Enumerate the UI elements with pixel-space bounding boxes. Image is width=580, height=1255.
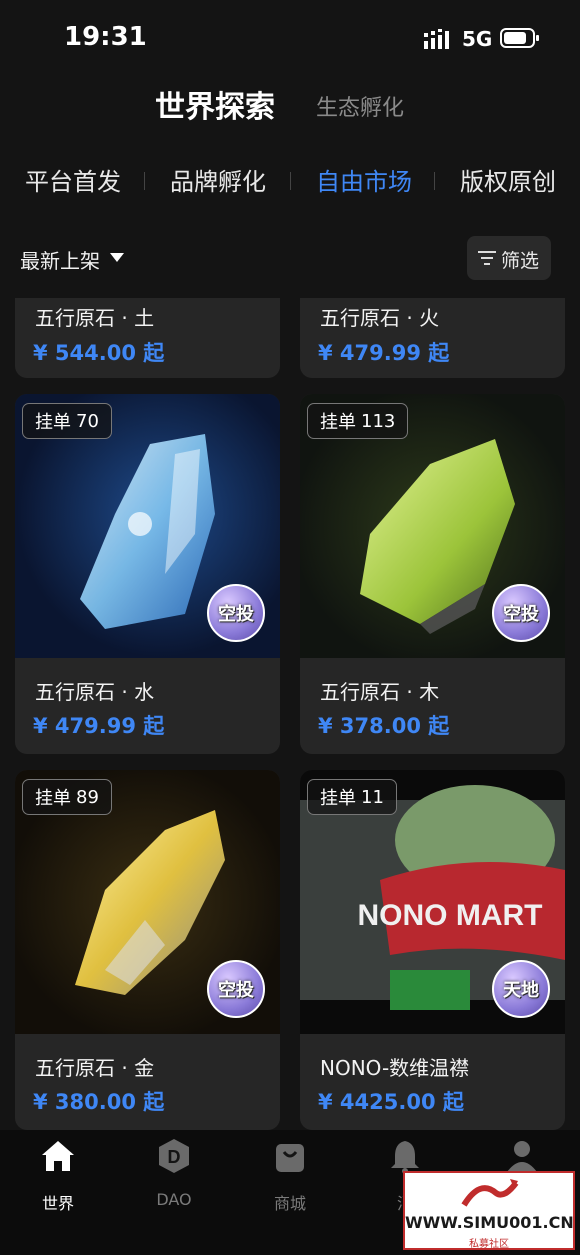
product-card[interactable]: 挂单 89 空投 五行原石 · 金 ¥ 380.00 起 <box>15 770 280 1130</box>
listing-badge: 挂单 11 <box>307 779 397 815</box>
signal-icon <box>424 29 449 49</box>
badge-label: 挂单 <box>35 788 71 809</box>
filter-icon <box>478 251 496 265</box>
tab-eco-incubation[interactable]: 生态孵化 <box>316 90 404 122</box>
badge-count: 70 <box>76 410 99 432</box>
airdrop-stamp: 空投 <box>207 584 265 642</box>
cat-tab-platform-launch[interactable]: 平台首发 <box>25 162 121 197</box>
product-image: 挂单 113 空投 <box>300 394 565 658</box>
svg-text:D: D <box>168 1147 181 1167</box>
product-name: 五行原石 · 木 <box>320 680 440 704</box>
product-image: 挂单 70 空投 <box>15 394 280 658</box>
watermark-text: WWW.SIMU001.CN <box>405 1213 574 1232</box>
product-name: 五行原石 · 水 <box>35 680 155 704</box>
product-card[interactable]: 挂单 113 空投 五行原石 · 木 ¥ 378.00 起 <box>300 394 565 754</box>
product-card[interactable]: 挂单 70 空投 五行原石 · 水 ¥ 479.99 起 <box>15 394 280 754</box>
top-tabs: 世界探索 生态孵化 <box>0 82 580 126</box>
product-price: ¥ 544.00 起 <box>33 341 165 365</box>
sort-dropdown[interactable]: 最新上架 <box>20 245 100 274</box>
tab-divider <box>144 172 145 190</box>
product-card[interactable]: 五行原石 · 火 ¥ 479.99 起 <box>300 298 565 378</box>
stamp-label: 空投 <box>503 604 539 625</box>
user-icon <box>507 1141 537 1172</box>
listing-badge: 挂单 113 <box>307 403 409 439</box>
nav-item-world[interactable]: 世界 <box>8 1138 108 1213</box>
watermark-subtitle: 私募社区 <box>469 1239 509 1250</box>
product-price: ¥ 4425.00 起 <box>318 1090 464 1114</box>
sort-row: 最新上架 筛选 <box>0 236 580 280</box>
cat-tab-free-market[interactable]: 自由市场 <box>316 162 412 197</box>
nav-label: 世界 <box>41 1194 74 1213</box>
product-name: 五行原石 · 土 <box>35 306 155 330</box>
product-name: 五行原石 · 金 <box>35 1056 155 1080</box>
bell-icon <box>391 1141 419 1174</box>
product-price: ¥ 479.99 起 <box>33 714 165 738</box>
product-price: ¥ 479.99 起 <box>318 341 450 365</box>
product-image: 挂单 89 空投 <box>15 770 280 1034</box>
product-card[interactable]: NONO MART 挂单 11 天地 NONO-数维温襟 ¥ 4425.00 起 <box>300 770 565 1130</box>
tiandi-stamp: 天地 <box>492 960 550 1018</box>
shopping-bag-icon <box>276 1144 304 1172</box>
badge-label: 挂单 <box>35 412 71 433</box>
status-bar: 19:31 5G <box>0 0 580 80</box>
brand-text: NONO MART <box>358 899 543 932</box>
product-price: ¥ 378.00 起 <box>318 714 450 738</box>
dao-icon: D <box>159 1139 189 1173</box>
cat-tab-copyright-original[interactable]: 版权原创 <box>460 162 556 197</box>
product-name: 五行原石 · 火 <box>320 306 440 330</box>
battery-icon <box>500 28 539 48</box>
badge-label: 挂单 <box>320 412 356 433</box>
filter-label: 筛选 <box>501 250 540 272</box>
home-icon <box>42 1141 74 1171</box>
stamp-label: 空投 <box>218 604 254 625</box>
nav-item-dao[interactable]: D DAO <box>124 1138 224 1209</box>
listing-badge: 挂单 70 <box>22 403 112 439</box>
category-tabs: 平台首发 品牌孵化 自由市场 版权原创 <box>0 162 580 202</box>
nav-label: 商城 <box>273 1194 306 1213</box>
product-grid: 五行原石 · 土 ¥ 544.00 起 五行原石 · 火 ¥ 479.99 起 … <box>0 298 580 1130</box>
airdrop-stamp: 空投 <box>207 960 265 1018</box>
tab-divider <box>290 172 291 190</box>
airdrop-stamp: 空投 <box>492 584 550 642</box>
tab-world-explore[interactable]: 世界探索 <box>155 82 275 126</box>
nav-label: DAO <box>156 1190 192 1209</box>
stamp-label: 空投 <box>218 980 254 1001</box>
badge-label: 挂单 <box>320 788 356 809</box>
product-card[interactable]: 五行原石 · 土 ¥ 544.00 起 <box>15 298 280 378</box>
cat-tab-brand-incubation[interactable]: 品牌孵化 <box>170 162 266 197</box>
status-time: 19:31 <box>64 22 147 52</box>
badge-count: 11 <box>361 786 384 808</box>
filter-button[interactable]: 筛选 <box>467 236 551 280</box>
badge-count: 89 <box>76 786 99 808</box>
watermark-logo <box>461 1179 519 1207</box>
product-price: ¥ 380.00 起 <box>33 1090 165 1114</box>
product-image: NONO MART 挂单 11 天地 <box>300 770 565 1034</box>
tab-divider <box>434 172 435 190</box>
caret-down-icon[interactable] <box>110 253 124 262</box>
nav-item-mall[interactable]: 商城 <box>240 1138 340 1213</box>
badge-count: 113 <box>361 410 396 432</box>
product-name: NONO-数维温襟 <box>320 1056 470 1080</box>
listing-badge: 挂单 89 <box>22 779 112 815</box>
watermark: WWW.SIMU001.CN 私募社区 <box>403 1171 575 1250</box>
network-type: 5G <box>462 27 493 51</box>
stamp-label: 天地 <box>503 980 539 1001</box>
